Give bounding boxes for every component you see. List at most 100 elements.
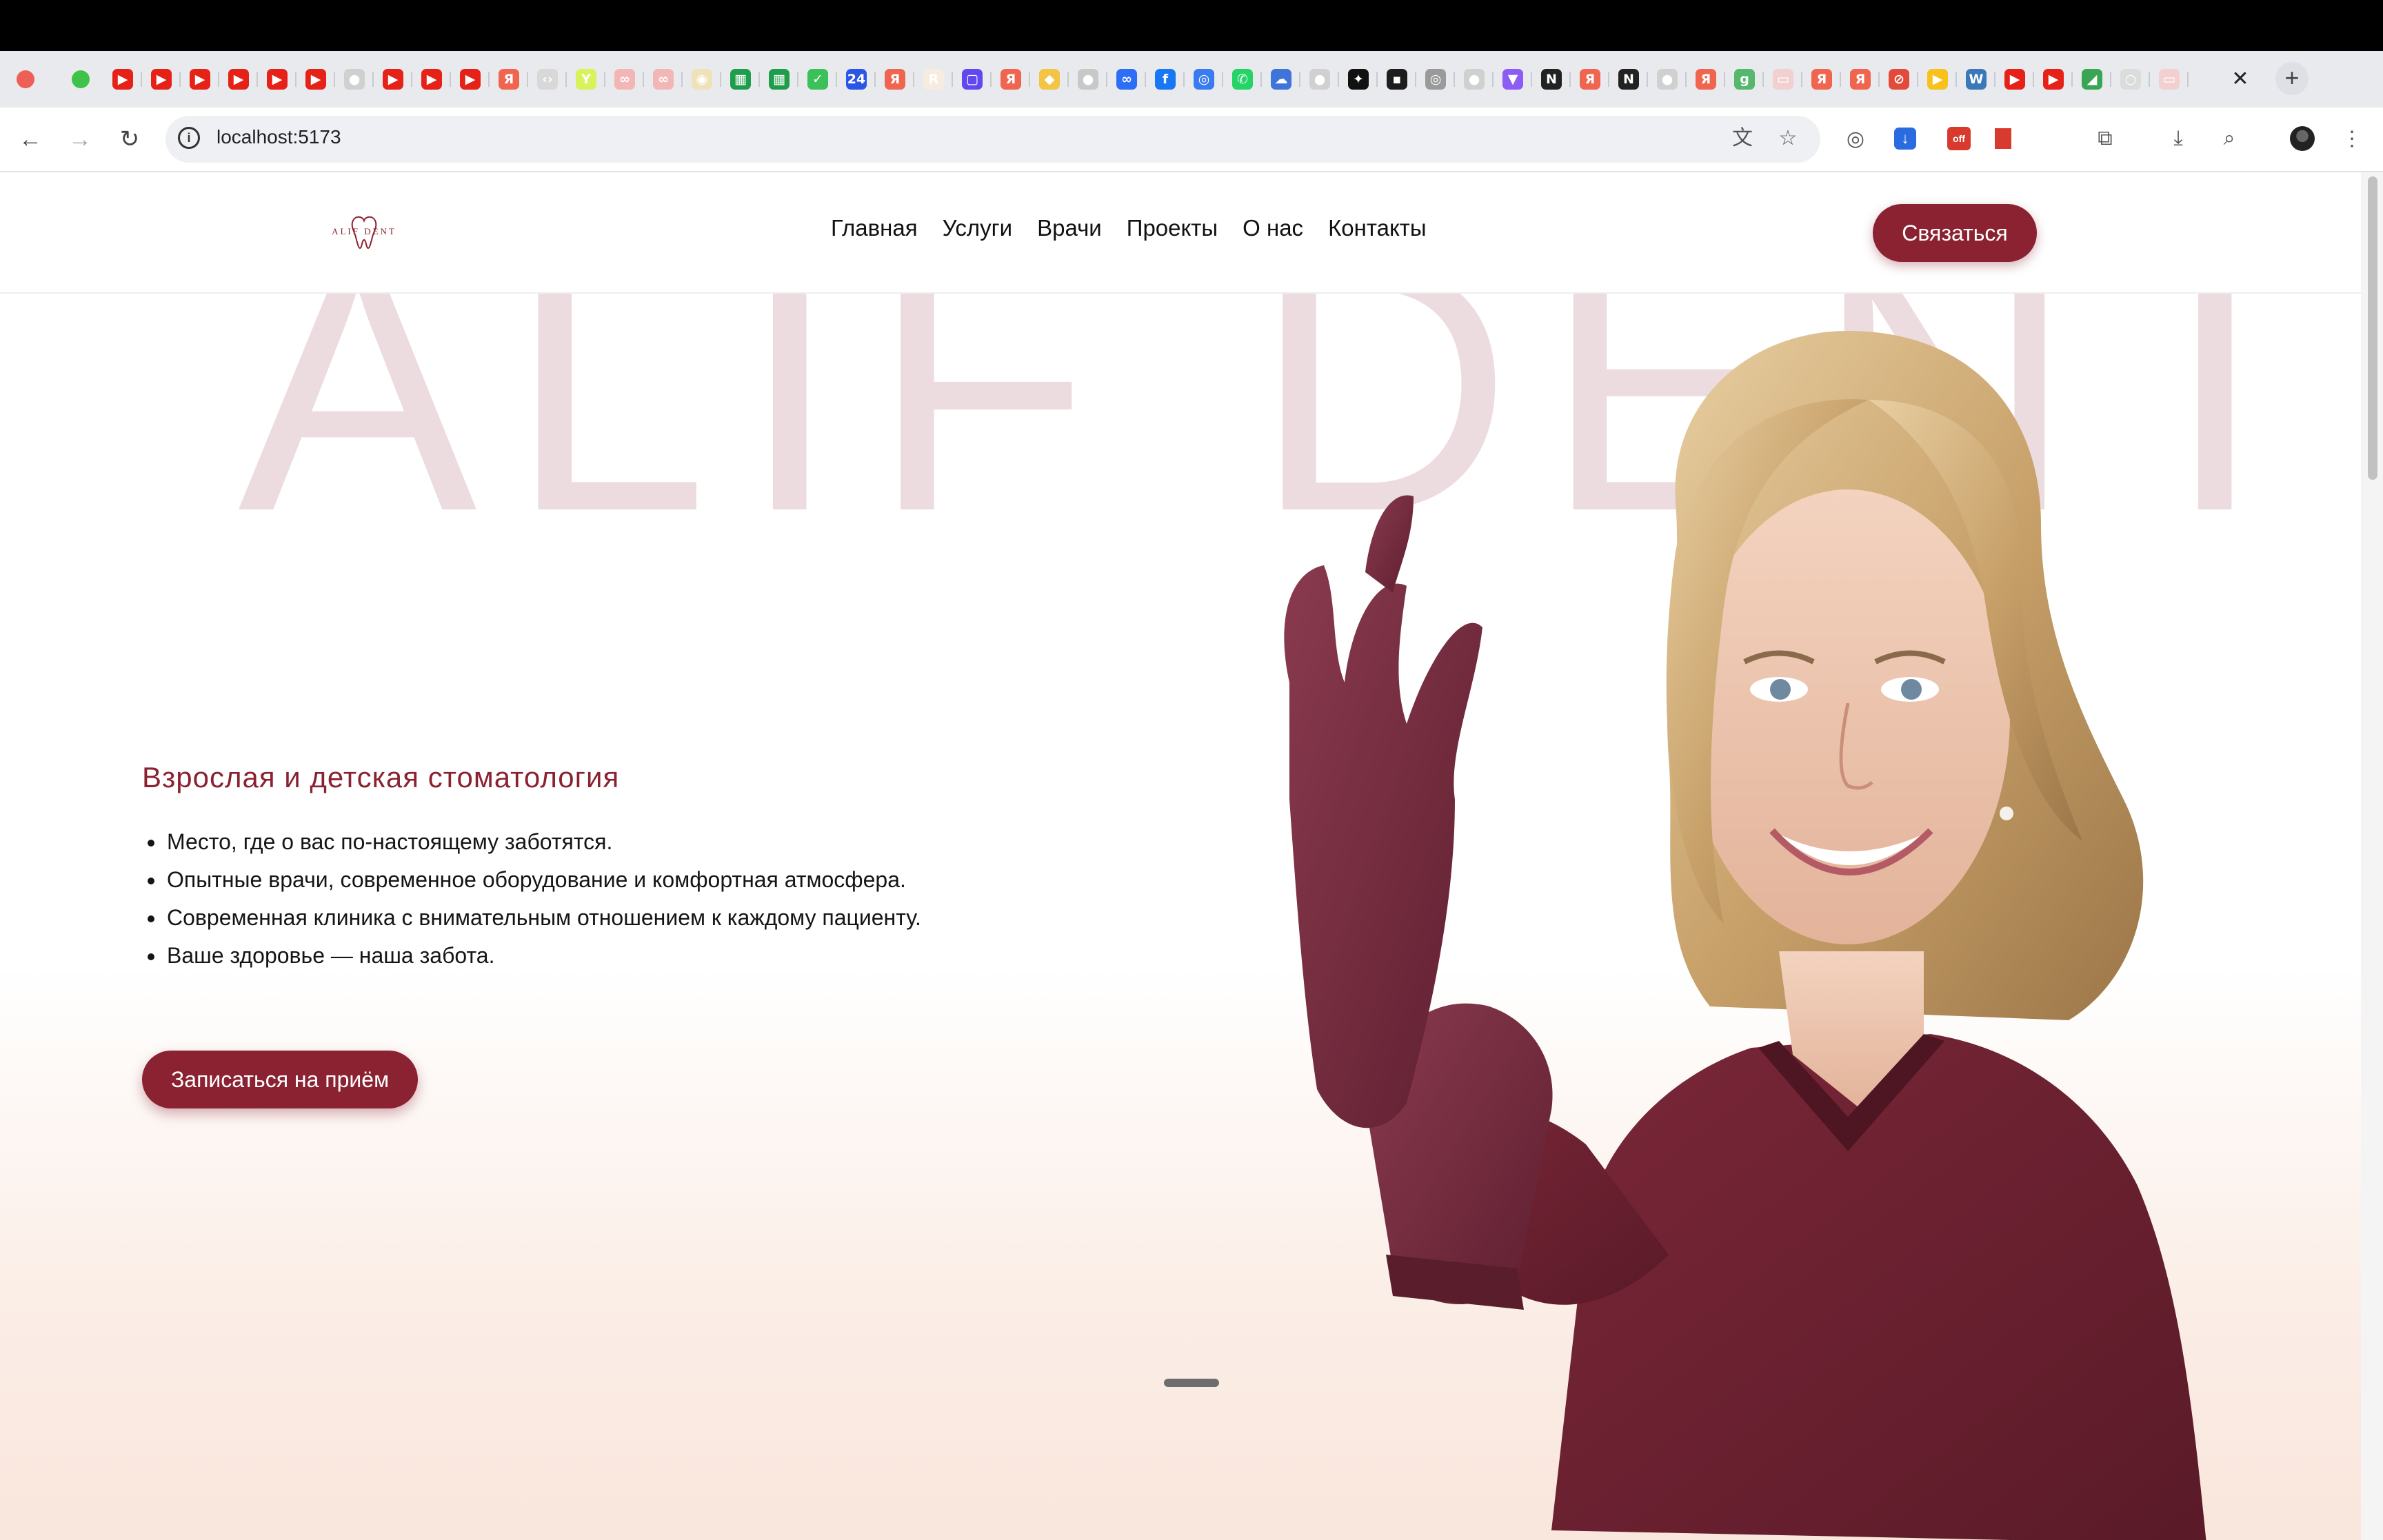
browser-tab[interactable]: Я [1687, 62, 1725, 97]
url-text[interactable]: localhost:5173 [217, 126, 341, 148]
browser-tab[interactable]: ◉ [683, 62, 721, 97]
browser-tab[interactable]: ● [1300, 62, 1339, 97]
hero-title: Взрослая и детская стоматология [142, 761, 620, 793]
profile-avatar[interactable] [2286, 123, 2318, 154]
tab-close-icon[interactable]: ✕ [2224, 63, 2256, 95]
browser-tab[interactable]: N [1609, 62, 1648, 97]
reload-icon[interactable]: ↻ [113, 123, 146, 156]
nav-link-about[interactable]: О нас [1243, 215, 1303, 241]
browser-tab[interactable]: ▼ [1494, 62, 1532, 97]
browser-tab[interactable]: ✓ [798, 62, 837, 97]
browser-tab[interactable]: ○ [2111, 62, 2150, 97]
new-tab-button[interactable]: + [2275, 62, 2309, 95]
browser-tab[interactable]: ∞ [605, 62, 644, 97]
flow-icon: ∞ [614, 69, 635, 90]
browser-tab[interactable]: N [1532, 62, 1571, 97]
browser-tab[interactable]: Y [567, 62, 605, 97]
book-appointment-button[interactable]: Записаться на приём [142, 1051, 418, 1108]
browser-tab[interactable]: ▶ [296, 62, 335, 97]
bookmark-star-icon[interactable]: ☆ [1773, 124, 1802, 153]
browser-tab[interactable]: Я [1841, 62, 1880, 97]
back-icon[interactable]: ← [14, 123, 47, 156]
extensions-puzzle-icon[interactable]: ⧉ [2089, 123, 2121, 154]
hero-bullet: Место, где о вас по-настоящему заботятся… [142, 823, 921, 861]
browser-tab[interactable]: ▶ [181, 62, 219, 97]
nav-link-doctors[interactable]: Врачи [1037, 215, 1102, 241]
nav-link-home[interactable]: Главная [831, 215, 918, 241]
translate-icon[interactable]: 文 [1728, 124, 1757, 153]
browser-tab[interactable]: ▶ [219, 62, 258, 97]
browser-tab[interactable]: ◆ [1030, 62, 1069, 97]
play-icon: ▶ [1927, 69, 1948, 90]
browser-tab[interactable]: ∞ [1107, 62, 1146, 97]
tab-list: ▶ ▶ ▶ ▶ ▶ ▶ ● ▶ ▶ ▶ Я ‹› Y ∞ ∞ ◉ ▦ ▦ ✓ 24 Я R ▢ Я ◆ ● ∞ f ◎ ✆ ☁ ● ✦ ▪ ◎ ● ▼ N… [103, 62, 2189, 97]
browser-tab[interactable]: ▭ [2150, 62, 2189, 97]
browser-tab[interactable]: Я [876, 62, 914, 97]
address-bar[interactable] [165, 116, 1820, 163]
download-extension-icon[interactable]: ↓ [1889, 123, 1921, 154]
browser-tab[interactable]: ✦ [1339, 62, 1378, 97]
page-scrollbar[interactable] [2361, 172, 2383, 1540]
browser-tab[interactable]: ▶ [142, 62, 181, 97]
browser-tab[interactable]: 24 [837, 62, 876, 97]
browser-tab[interactable]: ◎ [1185, 62, 1223, 97]
downloads-icon[interactable]: ⤓ [2162, 123, 2194, 154]
browser-tab[interactable]: ▦ [721, 62, 760, 97]
browser-tab[interactable]: ● [1069, 62, 1107, 97]
browser-tab[interactable]: Я [1802, 62, 1841, 97]
scrollbar-thumb[interactable] [2368, 176, 2377, 480]
site-info-icon[interactable]: i [178, 127, 200, 149]
browser-tab[interactable]: ▶ [1918, 62, 1957, 97]
browser-tab[interactable]: ▶ [103, 62, 142, 97]
site-icon: ▭ [2159, 69, 2180, 90]
browser-tab[interactable]: ◎ [1416, 62, 1455, 97]
site-logo[interactable]: ALIF DENT [328, 214, 400, 252]
browser-tab[interactable]: Я [992, 62, 1030, 97]
browser-tab[interactable]: Я [1571, 62, 1609, 97]
browser-tab[interactable]: ◢ [2073, 62, 2111, 97]
browser-tab[interactable]: ▭ [1764, 62, 1802, 97]
bookmark-extension-icon[interactable] [1987, 123, 2019, 154]
window-zoom-button[interactable] [72, 70, 90, 88]
browser-tab[interactable]: W [1957, 62, 1995, 97]
browser-tab[interactable]: ⊘ [1880, 62, 1918, 97]
browser-tab[interactable]: ‹› [528, 62, 567, 97]
window-close-button[interactable] [17, 70, 34, 88]
browser-tab[interactable]: ▶ [2034, 62, 2073, 97]
browser-tab[interactable]: ▶ [412, 62, 451, 97]
browser-tab[interactable]: ▪ [1378, 62, 1416, 97]
browser-tab[interactable]: g [1725, 62, 1764, 97]
browser-tab[interactable]: ▶ [258, 62, 296, 97]
browser-tab[interactable]: ∞ [644, 62, 683, 97]
slider-indicator[interactable] [1164, 1379, 1219, 1387]
github-icon: ● [344, 69, 365, 90]
browser-tab[interactable]: Я [490, 62, 528, 97]
browser-tab[interactable]: ▢ [953, 62, 992, 97]
browser-tab[interactable]: ▶ [1995, 62, 2034, 97]
r-icon: R [923, 69, 944, 90]
tab-search-icon[interactable]: ⌕ [2213, 123, 2245, 154]
browser-tab[interactable]: f [1146, 62, 1185, 97]
openai-icon: ✦ [1348, 69, 1369, 90]
hero-bullet-list: Место, где о вас по-настоящему заботятся… [142, 823, 921, 975]
contact-button[interactable]: Связаться [1873, 204, 2037, 262]
vite-icon: ▼ [1502, 69, 1523, 90]
browser-tab[interactable]: ☁ [1262, 62, 1300, 97]
menu-kebab-icon[interactable]: ⋮ [2336, 123, 2368, 154]
browser-tab[interactable]: ● [1455, 62, 1494, 97]
off-extension-icon[interactable]: off [1943, 123, 1975, 154]
browser-tab[interactable]: ▦ [760, 62, 798, 97]
browser-tab[interactable]: ▶ [374, 62, 412, 97]
browser-tab[interactable]: ▶ [451, 62, 490, 97]
nav-link-contacts[interactable]: Контакты [1328, 215, 1427, 241]
blank-icon: ○ [2120, 69, 2141, 90]
browser-tab[interactable]: R [914, 62, 953, 97]
nav-link-services[interactable]: Услуги [943, 215, 1012, 241]
nav-link-projects[interactable]: Проекты [1127, 215, 1218, 241]
forward-icon[interactable]: → [63, 123, 97, 156]
youtube-icon: ▶ [112, 69, 133, 90]
browser-tab[interactable]: ✆ [1223, 62, 1262, 97]
browser-tab[interactable]: ● [1648, 62, 1687, 97]
browser-tab[interactable]: ● [335, 62, 374, 97]
globe-extension-icon[interactable]: ◎ [1840, 123, 1871, 154]
